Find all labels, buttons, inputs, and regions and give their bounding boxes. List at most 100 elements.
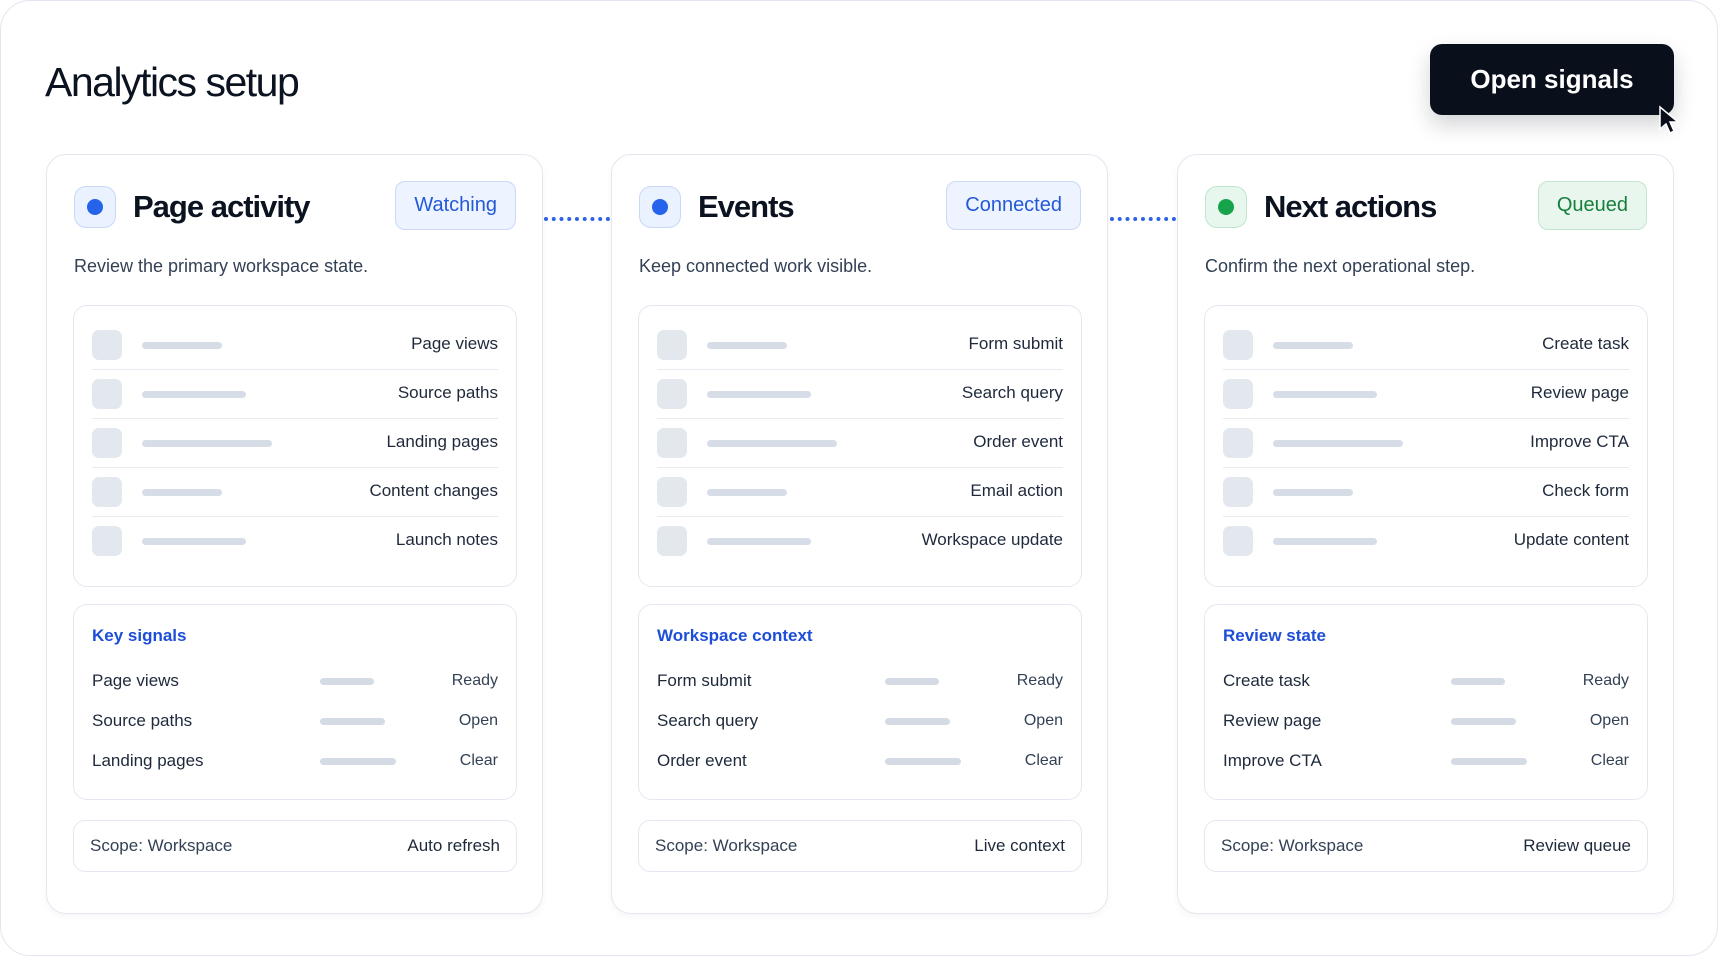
signal-row: Landing pages Clear	[92, 751, 498, 775]
status-dot-icon	[74, 186, 116, 228]
signal-name: Order event	[657, 751, 747, 770]
card-description: Review the primary workspace state.	[74, 256, 369, 276]
list-item[interactable]: Page views	[92, 321, 498, 370]
placeholder-bar	[885, 678, 939, 685]
thumbnail-placeholder	[92, 330, 122, 360]
scope-label: Scope: Workspace	[655, 836, 798, 855]
list-item-label: Order event	[973, 432, 1063, 451]
signal-name: Form submit	[657, 671, 752, 690]
placeholder-bar	[1273, 538, 1377, 545]
placeholder-bar	[707, 489, 787, 496]
signal-state: Open	[1589, 712, 1629, 729]
flow-connector	[544, 217, 610, 221]
list-item[interactable]: Order event	[657, 419, 1063, 468]
signal-state: Clear	[1590, 752, 1629, 769]
signal-name: Source paths	[92, 711, 193, 730]
card-footer: Scope: Workspace Live context	[638, 820, 1082, 872]
list-item[interactable]: Source paths	[92, 370, 498, 419]
signal-state: Open	[1023, 712, 1063, 729]
signal-name: Improve CTA	[1223, 751, 1322, 770]
list-item-label: Page views	[411, 334, 498, 353]
signal-row: Source paths Open	[92, 711, 498, 735]
thumbnail-placeholder	[92, 526, 122, 556]
signals-title: Review state	[1223, 626, 1326, 645]
list-item[interactable]: Check form	[1223, 468, 1629, 517]
signals-title: Workspace context	[657, 626, 813, 645]
list-item[interactable]: Launch notes	[92, 517, 498, 566]
list-item[interactable]: Landing pages	[92, 419, 498, 468]
footer-action[interactable]: Auto refresh	[407, 836, 500, 856]
thumbnail-placeholder	[1223, 477, 1253, 507]
scope-label: Scope: Workspace	[1221, 836, 1364, 855]
list-item[interactable]: Search query	[657, 370, 1063, 419]
card-description: Confirm the next operational step.	[1205, 256, 1476, 276]
thumbnail-placeholder	[92, 379, 122, 409]
mouse-pointer-icon	[1659, 105, 1681, 135]
list-item[interactable]: Improve CTA	[1223, 419, 1629, 468]
signal-row: Page views Ready	[92, 671, 498, 695]
thumbnail-placeholder	[657, 526, 687, 556]
list-item-label: Update content	[1513, 530, 1629, 549]
signals-panel: Key signals Page views Ready Source paths…	[73, 604, 517, 800]
status-badge: Queued	[1537, 181, 1647, 230]
placeholder-bar	[320, 718, 385, 725]
list-item[interactable]: Form submit	[657, 321, 1063, 370]
card-title: Next actions	[1264, 189, 1437, 224]
list-item[interactable]: Email action	[657, 468, 1063, 517]
placeholder-bar	[1273, 391, 1377, 398]
thumbnail-placeholder	[657, 330, 687, 360]
status-dot-icon	[1205, 186, 1247, 228]
thumbnail-placeholder	[1223, 330, 1253, 360]
status-dot-icon	[639, 186, 681, 228]
placeholder-bar	[885, 718, 950, 725]
placeholder-bar	[707, 342, 787, 349]
card-description: Keep connected work visible.	[639, 256, 873, 276]
placeholder-bar	[1273, 440, 1403, 447]
list-item[interactable]: Review page	[1223, 370, 1629, 419]
list-item-label: Content changes	[369, 481, 498, 500]
list-item-label: Source paths	[397, 383, 498, 402]
signal-state: Ready	[1582, 672, 1629, 689]
list-item[interactable]: Create task	[1223, 321, 1629, 370]
placeholder-bar	[1451, 678, 1505, 685]
list-item-label: Review page	[1530, 383, 1629, 402]
card-title: Events	[698, 189, 795, 224]
card-footer: Scope: Workspace Review queue	[1204, 820, 1648, 872]
status-badge: Watching	[395, 181, 516, 230]
signal-row: Order event Clear	[657, 751, 1063, 775]
card-page-activity: Page activity Watching Review the primar…	[46, 154, 543, 914]
signal-row: Form submit Ready	[657, 671, 1063, 695]
placeholder-bar	[142, 538, 246, 545]
placeholder-bar	[320, 678, 374, 685]
placeholder-bar	[1451, 758, 1527, 765]
app-frame: Analytics setup Open signals Page activi…	[0, 0, 1718, 956]
thumbnail-placeholder	[92, 477, 122, 507]
thumbnail-placeholder	[657, 428, 687, 458]
signals-title: Key signals	[92, 626, 187, 645]
thumbnail-placeholder	[1223, 379, 1253, 409]
list-item-label: Email action	[970, 481, 1063, 500]
list-item-label: Workspace update	[921, 530, 1063, 549]
signal-state: Clear	[459, 752, 498, 769]
signal-row: Create task Ready	[1223, 671, 1629, 695]
footer-action[interactable]: Review queue	[1523, 836, 1631, 856]
card-footer: Scope: Workspace Auto refresh	[73, 820, 517, 872]
placeholder-bar	[142, 391, 246, 398]
placeholder-bar	[1273, 342, 1353, 349]
signal-name: Review page	[1223, 711, 1322, 730]
thumbnail-placeholder	[1223, 428, 1253, 458]
signal-name: Landing pages	[92, 751, 204, 770]
thumbnail-placeholder	[92, 428, 122, 458]
list-item-label: Launch notes	[395, 530, 498, 549]
placeholder-bar	[142, 489, 222, 496]
list-item[interactable]: Workspace update	[657, 517, 1063, 566]
card-next-actions: Next actions Queued Confirm the next ope…	[1177, 154, 1674, 914]
flow-connector	[1110, 217, 1176, 221]
list-item[interactable]: Update content	[1223, 517, 1629, 566]
list-item-label: Form submit	[968, 334, 1063, 353]
footer-action[interactable]: Live context	[974, 836, 1065, 856]
open-signals-button[interactable]: Open signals	[1430, 44, 1674, 115]
signals-panel: Review state Create task Ready Review pag…	[1204, 604, 1648, 800]
placeholder-bar	[142, 440, 272, 447]
list-item[interactable]: Content changes	[92, 468, 498, 517]
